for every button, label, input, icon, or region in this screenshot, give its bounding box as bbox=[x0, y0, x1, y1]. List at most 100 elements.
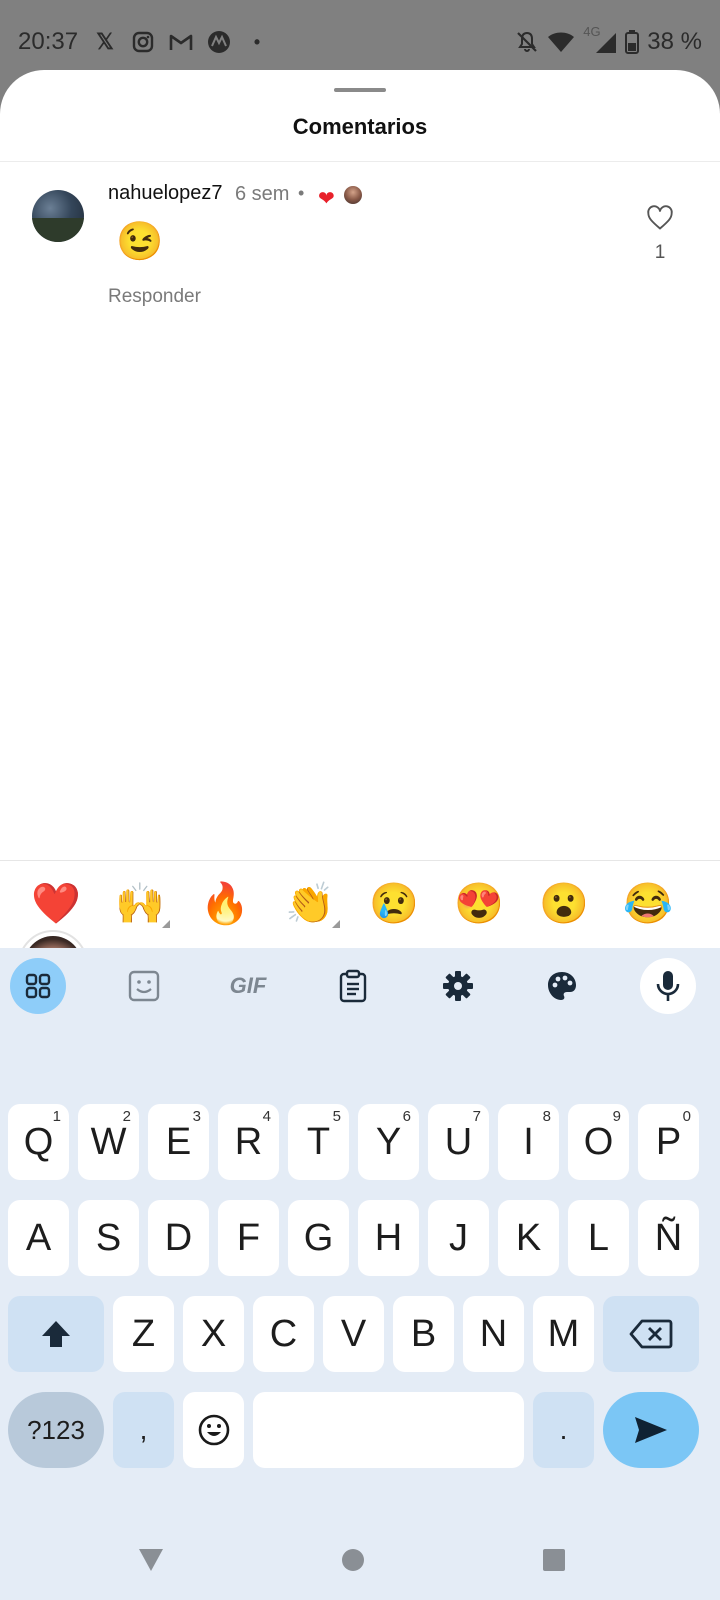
key-l[interactable]: L bbox=[568, 1200, 629, 1276]
on-screen-keyboard: GIF Q1 W2 E3 R4 T5 Y6 U7 I8 O9 P0 A S D … bbox=[0, 948, 720, 1530]
key-u[interactable]: U7 bbox=[428, 1104, 489, 1180]
key-label: R bbox=[234, 1120, 263, 1163]
clipboard-icon[interactable] bbox=[325, 958, 381, 1014]
key-label: W bbox=[90, 1120, 127, 1163]
creator-heart-icon: ❤ bbox=[318, 188, 335, 210]
sticker-icon[interactable] bbox=[116, 958, 172, 1014]
comment-text: 😉 bbox=[116, 221, 164, 263]
separator-dot: • bbox=[298, 183, 305, 203]
back-triangle-icon[interactable] bbox=[121, 1530, 181, 1590]
gif-button[interactable]: GIF bbox=[220, 958, 276, 1014]
key-c[interactable]: C bbox=[253, 1296, 314, 1372]
wifi-icon bbox=[548, 32, 575, 52]
like-heart-icon[interactable] bbox=[646, 204, 674, 232]
key-label: O bbox=[583, 1120, 614, 1163]
key-hint: 9 bbox=[612, 1108, 621, 1125]
comment-username[interactable]: nahuelopez7 bbox=[108, 182, 223, 205]
key-s[interactable]: S bbox=[78, 1200, 139, 1276]
key-label: I bbox=[523, 1120, 534, 1163]
divider bbox=[0, 161, 720, 162]
apps-grid-icon[interactable] bbox=[10, 958, 66, 1014]
key-t[interactable]: T5 bbox=[288, 1104, 349, 1180]
emoji-laughing[interactable]: 😂 bbox=[620, 876, 676, 932]
key-p[interactable]: P0 bbox=[638, 1104, 699, 1180]
key-hint: 4 bbox=[262, 1108, 271, 1125]
key-label: Q bbox=[23, 1120, 54, 1163]
shift-icon[interactable] bbox=[8, 1296, 104, 1372]
emoji-key[interactable] bbox=[183, 1392, 244, 1468]
comma-key[interactable]: , bbox=[113, 1392, 174, 1468]
key-v[interactable]: V bbox=[323, 1296, 384, 1372]
key-label: E bbox=[165, 1120, 192, 1163]
space-bar[interactable] bbox=[253, 1392, 524, 1468]
key-m[interactable]: M bbox=[533, 1296, 594, 1372]
comment-time: 6 sem bbox=[235, 183, 290, 205]
emoji-fire[interactable]: 🔥 bbox=[197, 876, 253, 932]
key-i[interactable]: I8 bbox=[498, 1104, 559, 1180]
emoji-raising-hands[interactable]: 🙌 bbox=[112, 876, 168, 932]
palette-icon[interactable] bbox=[534, 958, 590, 1014]
status-time: 20:37 bbox=[18, 28, 79, 55]
key-hint: 8 bbox=[542, 1108, 551, 1125]
key-label: Y bbox=[375, 1120, 402, 1163]
key-n-tilde[interactable]: Ñ bbox=[638, 1200, 699, 1276]
bell-off-icon bbox=[517, 31, 538, 52]
instagram-icon bbox=[130, 29, 156, 55]
system-icons: 4G 38 % bbox=[515, 24, 702, 56]
skin-tone-indicator-icon bbox=[162, 920, 170, 928]
symbols-key[interactable]: ?123 bbox=[8, 1392, 104, 1468]
key-o[interactable]: O9 bbox=[568, 1104, 629, 1180]
creator-avatar bbox=[344, 186, 362, 204]
key-n[interactable]: N bbox=[463, 1296, 524, 1372]
quick-emoji-bar: ❤️ 🙌 🔥 👏 😢 😍 😮 😂 bbox=[0, 870, 720, 934]
home-circle-icon[interactable] bbox=[323, 1530, 383, 1590]
key-hint: 5 bbox=[332, 1108, 341, 1125]
key-a[interactable]: A bbox=[8, 1200, 69, 1276]
like-count: 1 bbox=[654, 242, 666, 263]
backspace-icon[interactable] bbox=[603, 1296, 699, 1372]
key-hint: 2 bbox=[122, 1108, 131, 1125]
recents-square-icon[interactable] bbox=[524, 1530, 584, 1590]
emoji-surprised[interactable]: 😮 bbox=[536, 876, 592, 932]
key-y[interactable]: Y6 bbox=[358, 1104, 419, 1180]
key-q[interactable]: Q1 bbox=[8, 1104, 69, 1180]
dot-icon: • bbox=[253, 31, 261, 52]
emoji-crying[interactable]: 😢 bbox=[366, 876, 422, 932]
microphone-icon[interactable] bbox=[640, 958, 696, 1014]
battery-level: 38 % bbox=[647, 28, 702, 55]
drag-handle[interactable] bbox=[334, 88, 386, 92]
key-f[interactable]: F bbox=[218, 1200, 279, 1276]
key-e[interactable]: E3 bbox=[148, 1104, 209, 1180]
emoji-clapping[interactable]: 👏 bbox=[282, 876, 338, 932]
key-hint: 7 bbox=[472, 1108, 481, 1125]
key-w[interactable]: W2 bbox=[78, 1104, 139, 1180]
emoji-heart[interactable]: ❤️ bbox=[28, 876, 84, 932]
key-r[interactable]: R4 bbox=[218, 1104, 279, 1180]
gmail-icon bbox=[168, 29, 194, 55]
key-d[interactable]: D bbox=[148, 1200, 209, 1276]
key-hint: 3 bbox=[192, 1108, 201, 1125]
emoji-heart-eyes[interactable]: 😍 bbox=[451, 876, 507, 932]
settings-gear-icon[interactable] bbox=[430, 958, 486, 1014]
key-g[interactable]: G bbox=[288, 1200, 349, 1276]
key-label: P bbox=[655, 1120, 682, 1163]
key-x[interactable]: X bbox=[183, 1296, 244, 1372]
motorola-icon bbox=[206, 29, 232, 55]
key-hint: 1 bbox=[52, 1108, 61, 1125]
reply-button[interactable]: Responder bbox=[108, 286, 201, 308]
key-h[interactable]: H bbox=[358, 1200, 419, 1276]
navigation-bar bbox=[0, 1530, 720, 1600]
battery-icon bbox=[625, 30, 640, 54]
send-arrow-icon[interactable] bbox=[603, 1392, 699, 1468]
x-icon: 𝕏 bbox=[96, 29, 114, 54]
sheet-title: Comentarios bbox=[292, 114, 428, 139]
key-z[interactable]: Z bbox=[113, 1296, 174, 1372]
key-hint: 0 bbox=[682, 1108, 691, 1125]
notification-icons: 𝕏 • bbox=[92, 28, 270, 56]
commenter-avatar[interactable] bbox=[32, 190, 84, 242]
key-j[interactable]: J bbox=[428, 1200, 489, 1276]
period-key[interactable]: . bbox=[533, 1392, 594, 1468]
key-b[interactable]: B bbox=[393, 1296, 454, 1372]
skin-tone-indicator-icon bbox=[332, 920, 340, 928]
key-k[interactable]: K bbox=[498, 1200, 559, 1276]
